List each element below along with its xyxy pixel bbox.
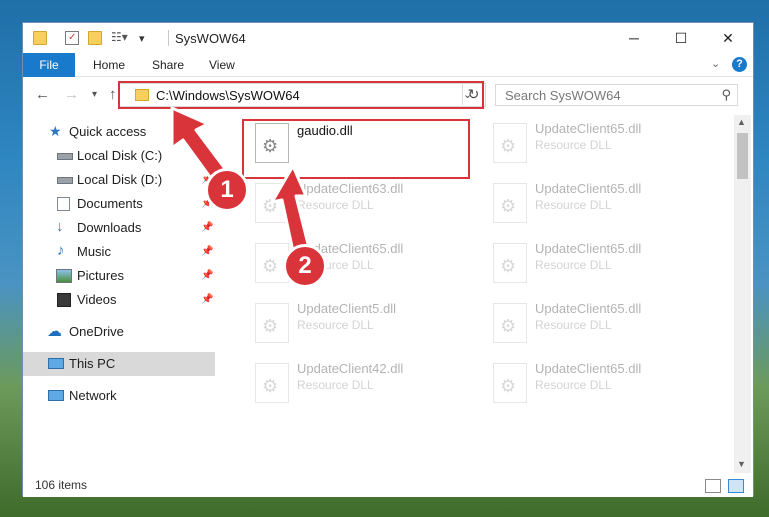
- annotation-arrows: [170, 106, 312, 258]
- step-1-badge: 1: [205, 168, 249, 212]
- arrow-2-shape: [270, 164, 312, 258]
- step-2-badge: 2: [283, 244, 327, 288]
